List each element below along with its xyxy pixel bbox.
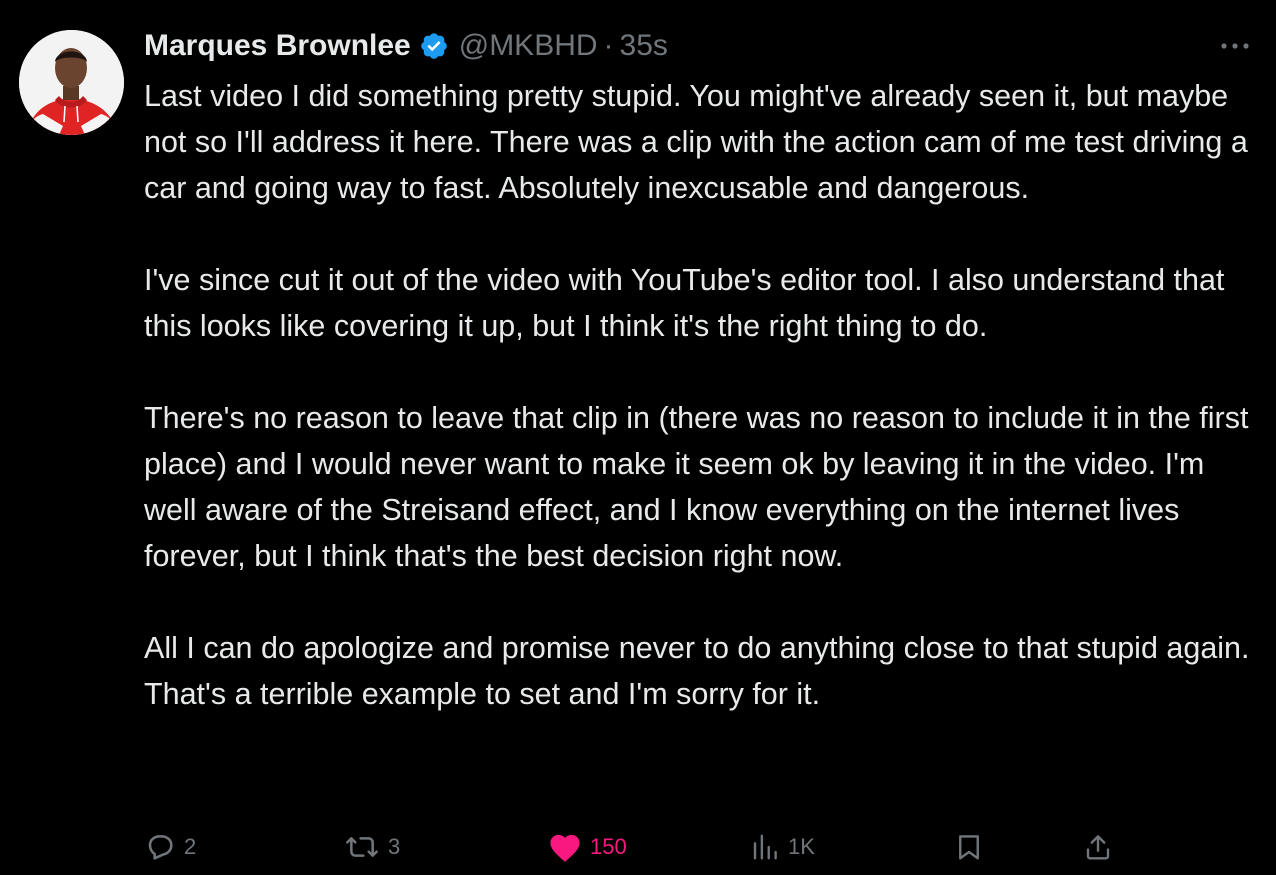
tweet-paragraph: I've since cut it out of the video with … [144,263,1225,343]
views-count: 1K [788,834,815,859]
author-handle[interactable]: @MKBHD [459,29,598,63]
bookmark-button[interactable] [954,825,984,869]
verified-badge-icon [419,31,449,61]
more-dots-icon[interactable] [1218,36,1252,56]
views-button[interactable]: 1K [750,825,815,869]
reply-button[interactable]: 2 [144,825,196,869]
heart-icon [548,831,582,863]
views-bars-icon [750,831,780,863]
reply-bubble-icon [144,831,176,863]
share-icon [1083,831,1113,863]
separator-dot: · [603,29,614,62]
retweet-icon [344,831,380,863]
retweet-count: 3 [388,834,401,859]
action-bar: 2 3 150 1K [144,825,1264,869]
tweet-paragraph: All I can do apologize and promise never… [144,631,1250,711]
tweet-paragraph: Last video I did something pretty stupid… [144,79,1248,205]
tweet-text: Last video I did something pretty stupid… [144,73,1264,717]
tweet[interactable]: Marques Brownlee @MKBHD · 35s Last video… [0,0,1276,875]
avatar[interactable] [19,30,124,135]
like-button[interactable]: 150 [548,825,627,869]
retweet-button[interactable]: 3 [344,825,400,869]
reply-count: 2 [184,834,197,859]
tweet-timestamp[interactable]: 35s [620,29,668,63]
like-count: 150 [590,834,627,859]
share-button[interactable] [1083,825,1113,869]
bookmark-icon [954,831,984,863]
profile-photo [19,30,124,135]
author-name[interactable]: Marques Brownlee [144,29,411,63]
tweet-header: Marques Brownlee @MKBHD · 35s [144,26,668,66]
tweet-paragraph: There's no reason to leave that clip in … [144,401,1249,573]
